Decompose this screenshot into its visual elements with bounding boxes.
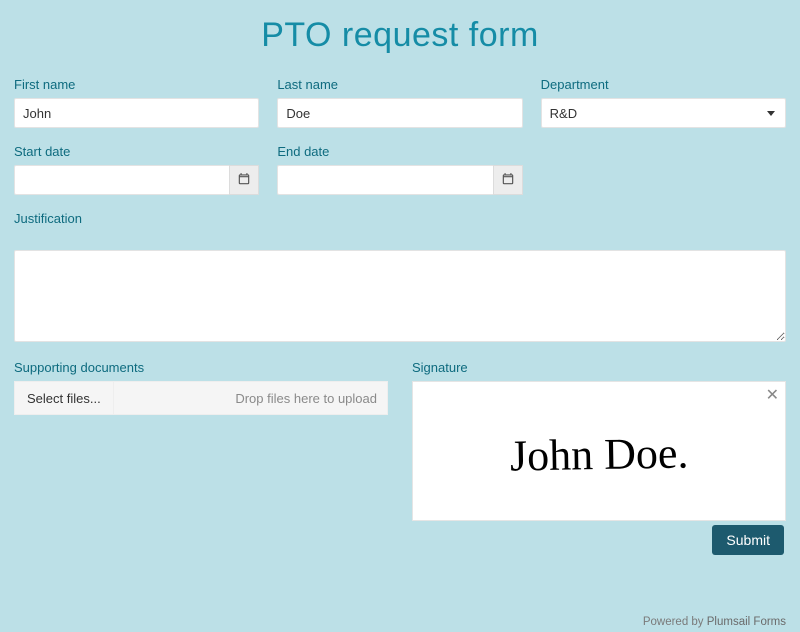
justification-textarea[interactable] xyxy=(14,250,786,342)
upload-hint: Drop files here to upload xyxy=(235,391,387,406)
last-name-label: Last name xyxy=(277,77,522,92)
signature-label: Signature xyxy=(412,360,786,375)
justification-label: Justification xyxy=(14,211,786,226)
first-name-field: First name xyxy=(14,77,259,128)
file-dropzone[interactable]: Select files... Drop files here to uploa… xyxy=(14,381,388,415)
last-name-input[interactable] xyxy=(277,98,522,128)
chevron-down-icon xyxy=(767,111,775,116)
start-date-input[interactable] xyxy=(14,165,229,195)
first-name-label: First name xyxy=(14,77,259,92)
documents-field: Supporting documents Select files... Dro… xyxy=(14,360,388,521)
form-container: PTO request form First name Last name De… xyxy=(0,0,800,555)
department-selected: R&D xyxy=(550,106,577,121)
end-date-input[interactable] xyxy=(277,165,492,195)
row-name-dept: First name Last name Department R&D xyxy=(14,77,786,128)
signature-pad[interactable]: ✕ John Doe. xyxy=(412,381,786,521)
submit-row: Submit xyxy=(14,525,786,555)
select-files-button[interactable]: Select files... xyxy=(15,382,114,414)
calendar-icon xyxy=(237,172,251,189)
calendar-icon xyxy=(501,172,515,189)
footer-link[interactable]: Plumsail Forms xyxy=(707,616,786,628)
page-title: PTO request form xyxy=(14,16,786,55)
signature-field: Signature ✕ John Doe. xyxy=(412,360,786,521)
end-date-field: End date xyxy=(277,144,522,195)
first-name-input[interactable] xyxy=(14,98,259,128)
signature-value: John Doe. xyxy=(509,431,688,478)
submit-button[interactable]: Submit xyxy=(712,525,784,555)
justification-field: Justification xyxy=(14,211,786,342)
department-label: Department xyxy=(541,77,786,92)
row-docs-signature: Supporting documents Select files... Dro… xyxy=(14,360,786,521)
footer-prefix: Powered by xyxy=(643,616,707,628)
end-date-label: End date xyxy=(277,144,522,159)
last-name-field: Last name xyxy=(277,77,522,128)
start-date-field: Start date xyxy=(14,144,259,195)
department-select[interactable]: R&D xyxy=(541,98,786,128)
start-date-picker-button[interactable] xyxy=(229,165,259,195)
department-field: Department R&D xyxy=(541,77,786,128)
start-date-label: Start date xyxy=(14,144,259,159)
end-date-picker-button[interactable] xyxy=(493,165,523,195)
row-dates: Start date End date xyxy=(14,144,786,195)
footer: Powered by Plumsail Forms xyxy=(643,616,786,628)
documents-label: Supporting documents xyxy=(14,360,388,375)
close-icon[interactable]: ✕ xyxy=(766,388,779,404)
